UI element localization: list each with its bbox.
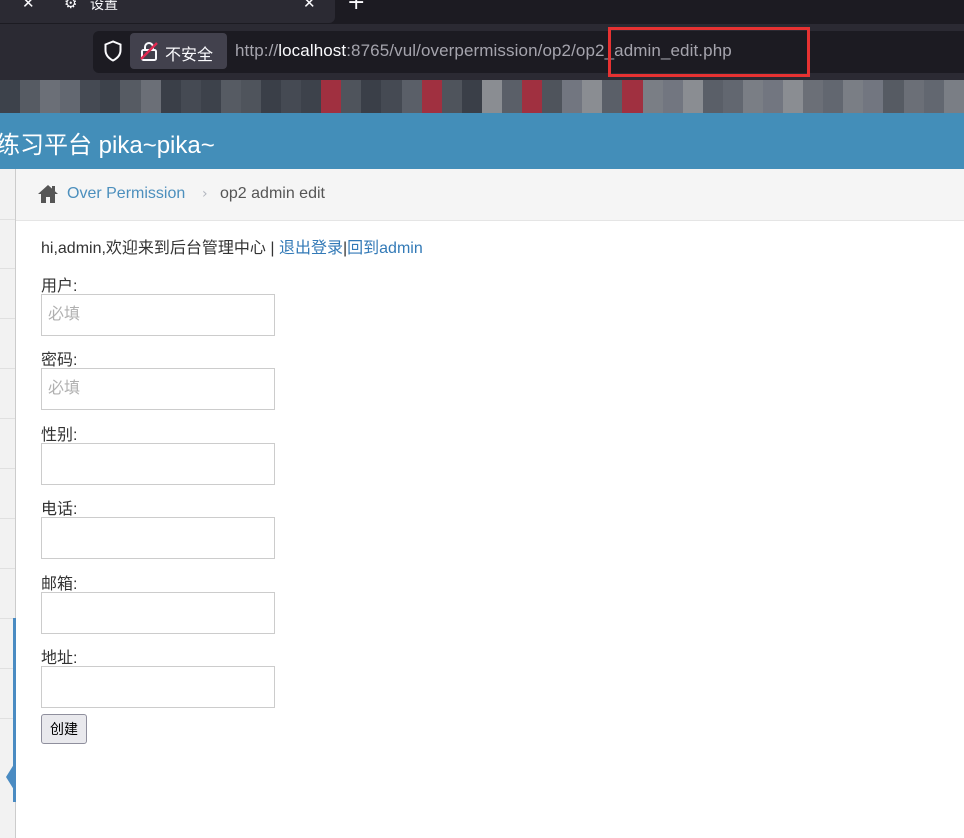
sidebar-divider [0,518,15,519]
redaction-pixel [501,80,523,116]
redaction-pixel [863,80,884,116]
redaction-pixel [582,80,603,116]
tab-title[interactable]: 设置 [90,0,118,14]
redaction-pixel [401,80,422,116]
sidebar-divider [0,418,15,419]
home-icon[interactable] [37,184,59,204]
back-to-admin-link[interactable]: 回到admin [347,240,423,257]
sidebar-divider [0,219,15,220]
welcome-text: hi,admin,欢迎来到后台管理中心 | [41,240,279,257]
new-tab-icon[interactable]: + [347,0,365,15]
redaction-pixel [20,80,41,116]
sidebar-divider [0,568,15,569]
redaction-pixel [40,80,61,116]
redaction-pixel [843,80,864,116]
password-input[interactable] [41,368,275,410]
security-label: 不安全 [165,47,214,64]
redaction-pixel [80,80,101,116]
redaction-pixel [481,80,502,116]
sidebar-divider [0,468,15,469]
redaction-pixel [562,80,583,116]
redaction-pixel [722,80,743,116]
shield-icon[interactable] [103,40,123,62]
redaction-pixel [642,80,663,116]
redaction-pixel [702,80,723,116]
redaction-pixel [943,80,964,116]
redaction-pixel [923,80,944,116]
redaction-pixel [542,80,563,116]
breadcrumb-link-over-permission[interactable]: Over Permission [67,185,185,203]
redaction-pixel [522,80,543,116]
redaction-pixel [100,80,121,116]
browser-tab[interactable] [0,0,335,23]
redaction-pixel [803,80,824,116]
redaction-pixel [240,80,262,116]
url-scheme: http:// [235,41,279,60]
redaction-pixel [762,80,784,116]
redaction-pixel [261,80,282,116]
redaction-pixel [783,80,804,116]
gear-icon: ⚙ [64,0,78,12]
red-highlight-box [608,27,810,77]
welcome-line: hi,admin,欢迎来到后台管理中心 | 退出登录|回到admin [41,234,423,258]
redaction-pixel [120,80,141,116]
username-label: 用户: [41,278,78,295]
redaction-pixel [281,80,302,116]
breadcrumb: Over Permission › op2 admin edit [16,169,964,221]
security-indicator[interactable]: 不安全 [130,33,227,69]
gender-input[interactable] [41,443,275,485]
redaction-pixel [180,80,201,116]
sidebar-collapse-arrow-icon[interactable] [6,761,16,793]
sidebar-divider [0,318,15,319]
tab-close-icon[interactable]: ✕ [303,0,316,12]
close-icon[interactable]: ✕ [22,0,35,12]
phone-input[interactable] [41,517,275,559]
chevron-right-icon: › [202,186,208,202]
phone-label: 电话: [41,501,78,518]
site-title: 练习平台 pika~pika~ [0,132,215,159]
redaction-pixel [602,80,623,116]
redaction-pixel [0,80,21,116]
redaction-pixel [381,80,402,116]
email-label: 邮箱: [41,576,78,593]
redaction-pixel [140,80,161,116]
redaction-pixel [682,80,703,116]
redaction-pixel [742,80,763,116]
create-button[interactable]: 创建 [41,714,87,744]
redaction-pixel [200,80,221,116]
redaction-pixel [160,80,181,116]
redaction-pixel [60,80,81,116]
breadcrumb-current: op2 admin edit [220,185,325,202]
logout-link[interactable]: 退出登录 [279,240,343,257]
redaction-pixel [883,80,904,116]
redaction-pixel [220,80,241,116]
redaction-pixel [622,80,643,116]
address-label: 地址: [41,650,78,667]
sidebar-divider [0,368,15,369]
email-input[interactable] [41,592,275,634]
redacted-bookmarks-bar [0,80,964,116]
address-input[interactable] [41,666,275,708]
redaction-pixel [301,80,322,116]
redaction-pixel [903,80,924,116]
redaction-pixel [421,80,442,116]
redaction-pixel [662,80,683,116]
sidebar [0,169,16,838]
browser-navbar: 不安全 http://localhost:8765/vul/overpermis… [0,24,964,80]
password-label: 密码: [41,352,78,369]
url-host: localhost [278,41,347,60]
redaction-pixel [361,80,382,116]
gender-label: 性别: [41,427,78,444]
redaction-pixel [823,80,844,116]
browser-tab-strip: ✕ ⚙ 设置 ✕ + [0,0,964,24]
redaction-pixel [461,80,482,116]
redaction-pixel [341,80,362,116]
sidebar-divider [0,268,15,269]
username-input[interactable] [41,294,275,336]
redaction-pixel [441,80,462,116]
redaction-pixel [321,80,342,116]
site-header: 练习平台 pika~pika~ [0,113,964,169]
insecure-lock-icon [140,42,158,61]
